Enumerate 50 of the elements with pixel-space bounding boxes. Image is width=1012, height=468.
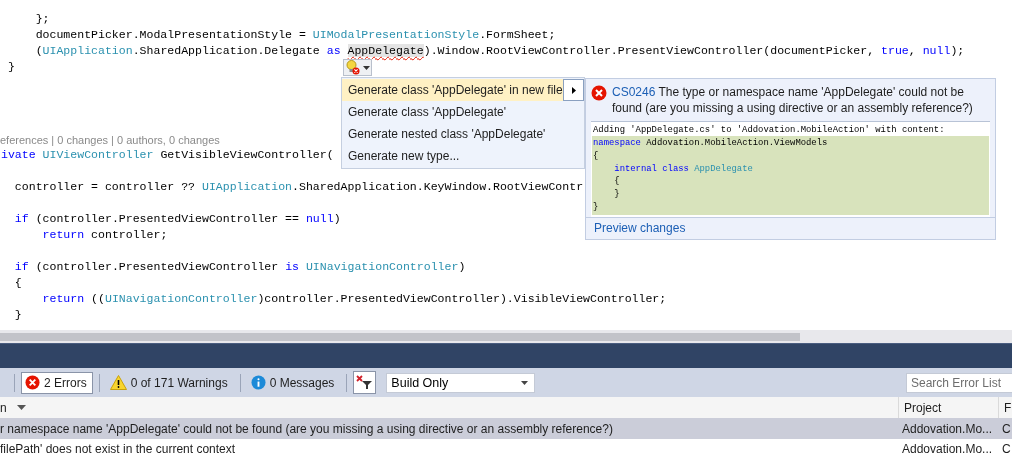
- menu-item[interactable]: Generate nested class 'AppDelegate': [342, 123, 584, 145]
- code-line: {: [613, 175, 621, 189]
- filter-toggle-button[interactable]: 0 of 171 Warnings: [105, 371, 234, 394]
- code-line: (UIApplication.SharedApplication.Delegate as AppDelegate).Window.RootViewController.PresentViewController(documentPicker, true, null);: [34, 43, 965, 59]
- table-cell: Addovation.Mo...: [898, 418, 998, 439]
- error-icon: [591, 85, 607, 101]
- column-header[interactable]: n: [0, 397, 898, 418]
- lightbulb-error-icon: [345, 60, 360, 75]
- code-line: {: [13, 275, 22, 291]
- code-line: }: [592, 201, 600, 214]
- info-icon: [250, 375, 266, 390]
- triangle-icon: [571, 86, 576, 94]
- table-cell: r namespace name 'AppDelegate' could not be found (are you missing a using directive or an assembly reference?): [0, 418, 898, 439]
- filter-toggle-button[interactable]: 2 Errors: [21, 371, 93, 394]
- filter-toggle-button[interactable]: 0 Messages: [246, 371, 341, 394]
- error-code-link[interactable]: CS0246: [612, 85, 656, 99]
- code-line: namespace Addovation.MobileAction.ViewModels: [592, 137, 829, 150]
- search-field[interactable]: Search Error List: [906, 372, 1012, 393]
- submenu-arrow-button[interactable]: [563, 79, 584, 101]
- preview-changes-link[interactable]: Preview changes: [594, 221, 686, 236]
- codelens-info[interactable]: eferences | 0 changes | 0 authors, 0 changes: [0, 133, 220, 147]
- code-line: if (controller.PresentedViewController == null): [13, 211, 341, 227]
- warning-icon: [109, 375, 127, 390]
- code-line: return ((UINavigationController)controller.PresentedViewController).VisibleViewController;: [41, 291, 667, 307]
- horizontal-scrollbar[interactable]: [0, 330, 1012, 343]
- error-icon: [25, 375, 40, 390]
- clear-filter-button[interactable]: [353, 371, 377, 394]
- code-line: if (controller.PresentedViewController is UINavigationController): [13, 259, 466, 275]
- code-line: documentPicker.ModalPresentationStyle = UIModalPresentationStyle.FormSheet;: [34, 27, 556, 43]
- menu-item[interactable]: Generate new type...: [342, 145, 584, 167]
- code-line: return controller;: [41, 227, 168, 243]
- caret-icon: [362, 65, 370, 70]
- code-line: controller = controller ?? UIApplication.SharedApplication.KeyWindow.RootViewContr: [13, 179, 584, 195]
- quick-actions-button[interactable]: [343, 59, 372, 76]
- scope-dropdown[interactable]: Build Only: [386, 372, 536, 393]
- caret-icon: [521, 380, 529, 385]
- column-header[interactable]: Project: [898, 397, 998, 418]
- code-line: }: [613, 188, 621, 201]
- code-line: };: [34, 11, 50, 27]
- code-line: }: [6, 59, 15, 75]
- code-line: ivate UIViewController GetVisibleViewController(: [0, 147, 334, 163]
- code-line: }: [13, 307, 22, 323]
- error-message: CS0246 The type or namespace name 'AppDelegate' could not be found (are you missing a using directive or an assembly reference?): [612, 84, 974, 116]
- code-line: {: [592, 149, 600, 163]
- table-cell: C: [998, 418, 1012, 439]
- menu-item[interactable]: Generate class 'AppDelegate': [342, 101, 584, 123]
- preview-header: Adding 'AppDelegate.cs' to 'Addovation.MobileAction' with content:: [592, 124, 946, 136]
- menu-item[interactable]: Generate class 'AppDelegate' in new file: [342, 79, 563, 101]
- sort-caret-icon: [16, 405, 26, 410]
- code-line: internal class AppDelegate: [613, 162, 754, 176]
